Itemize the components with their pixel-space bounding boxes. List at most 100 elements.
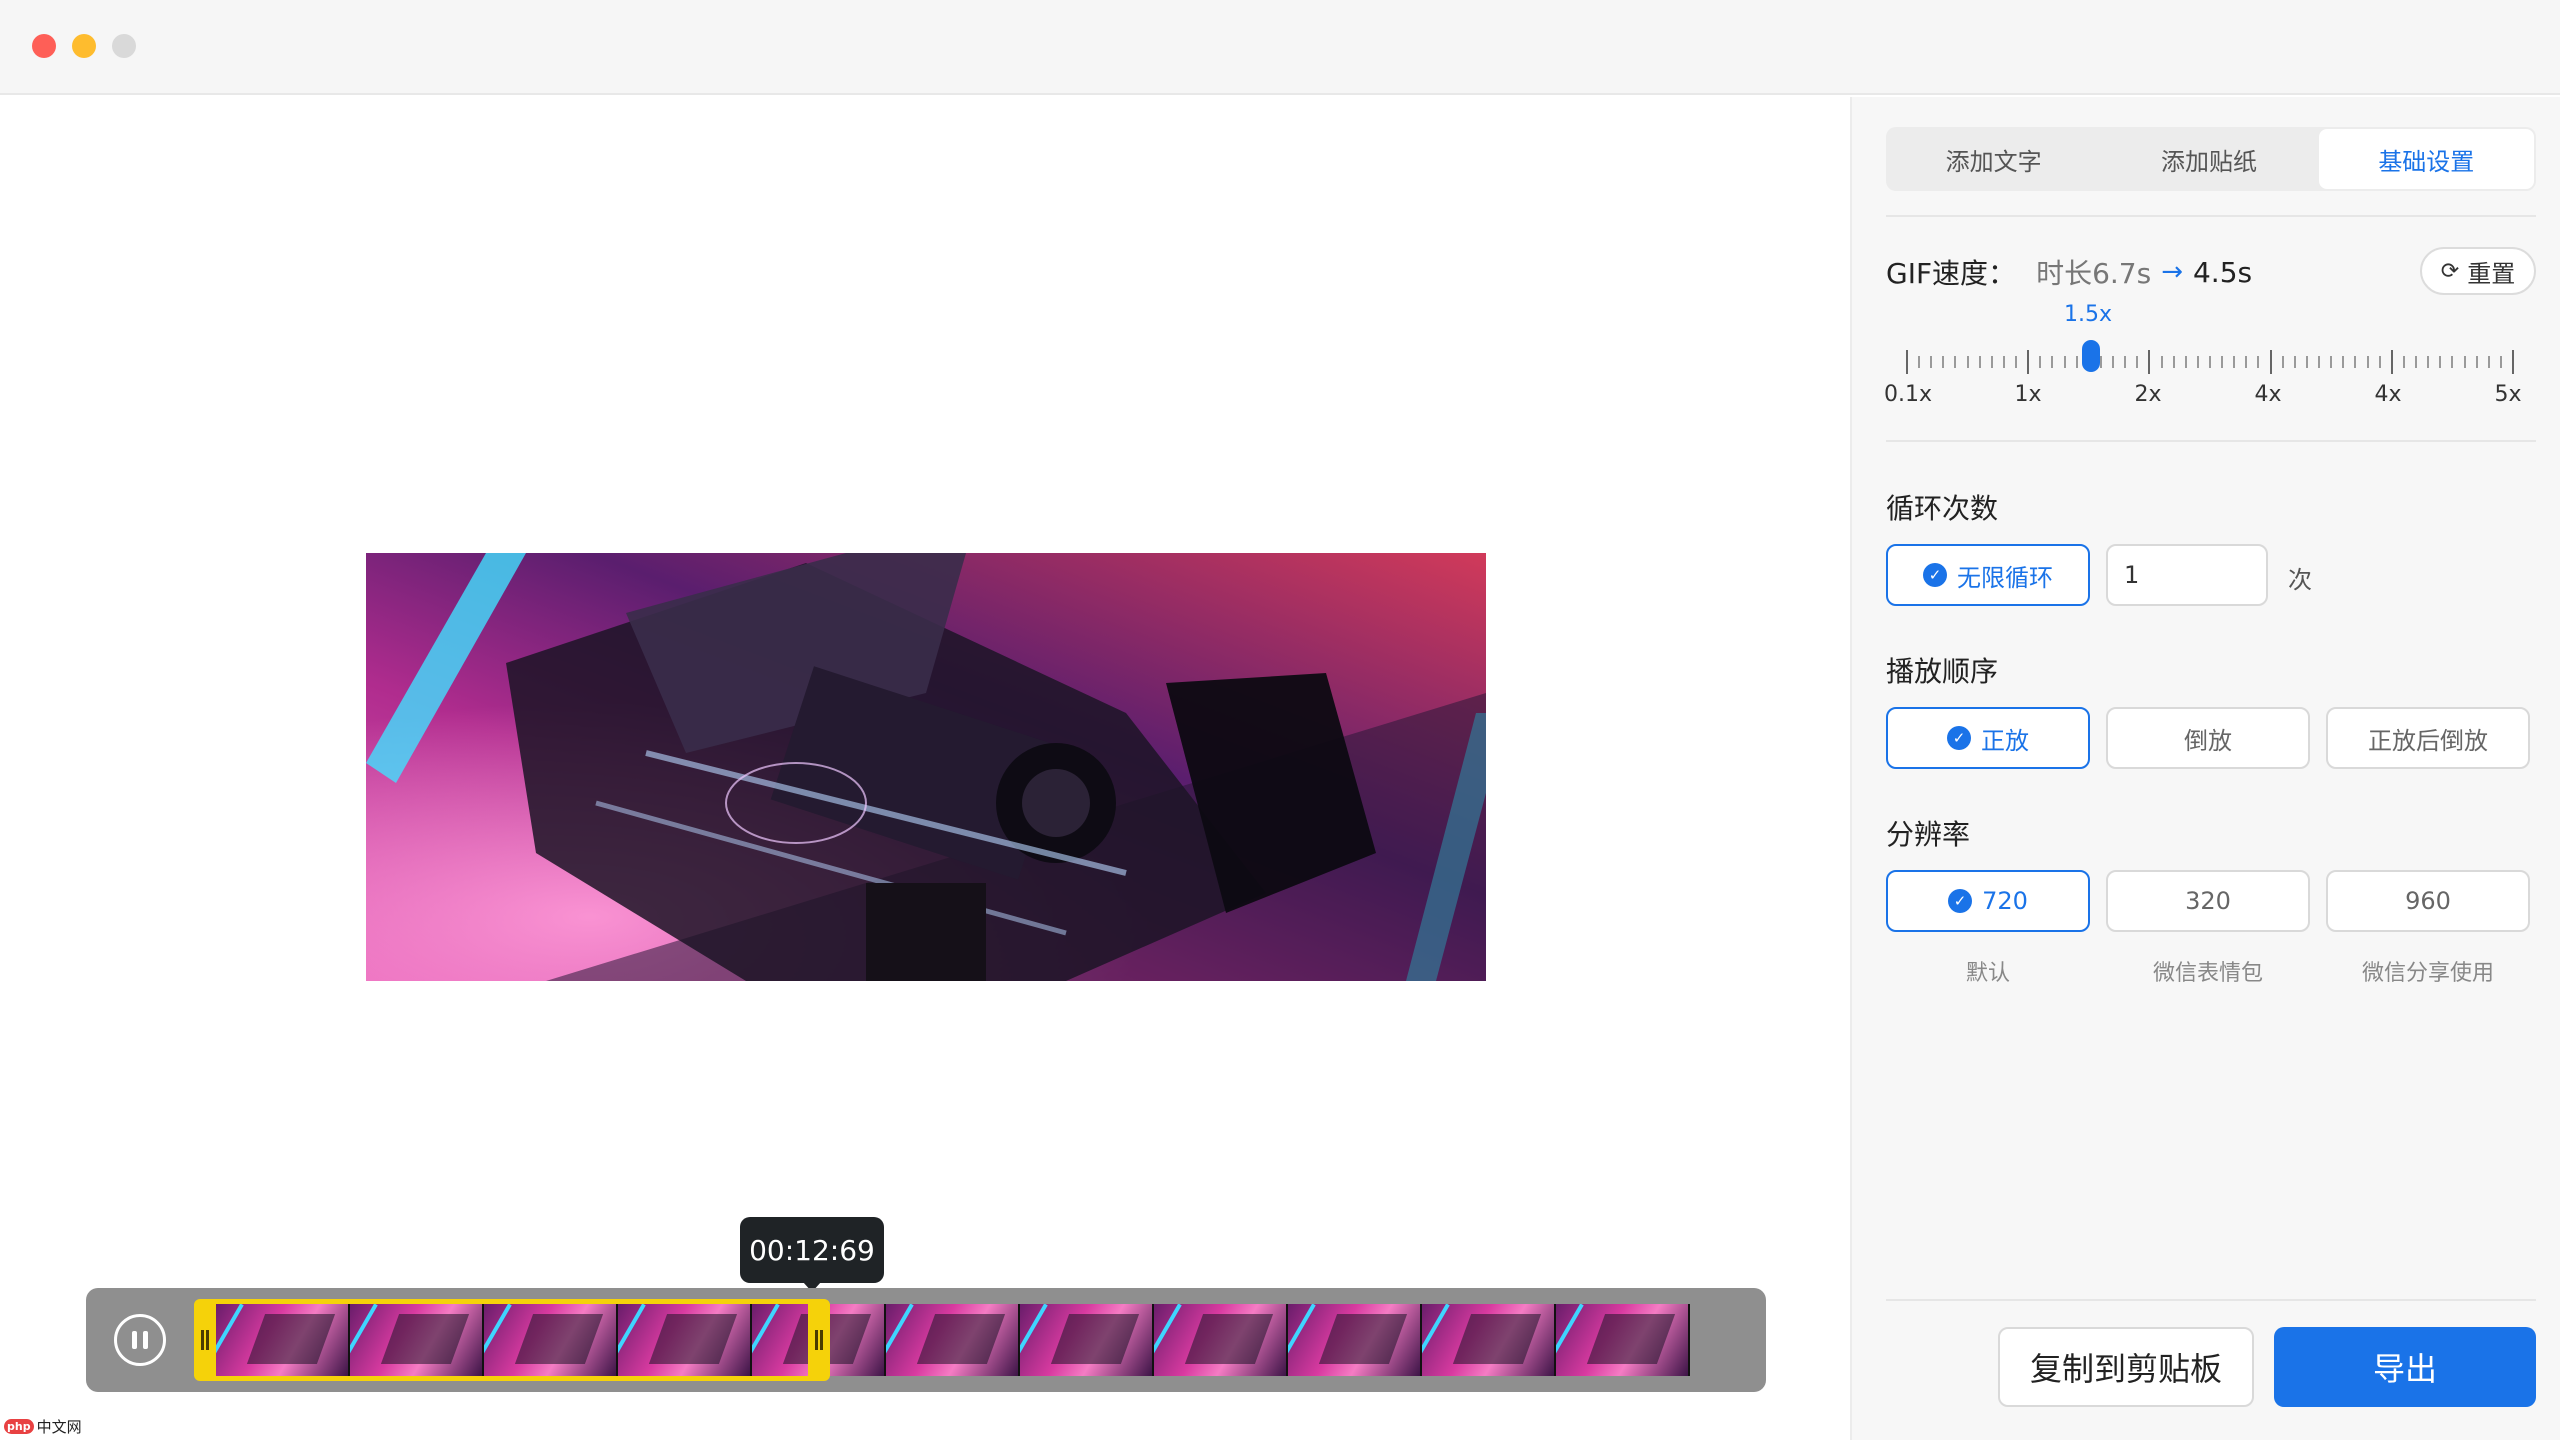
slider-tick <box>2184 356 2187 368</box>
timeline-frame-thumbnail[interactable] <box>1020 1304 1154 1376</box>
resolution-option-960[interactable]: 960 <box>2326 870 2530 932</box>
slider-tick <box>2318 356 2321 368</box>
slider-tick <box>2051 356 2054 368</box>
resolution-option-320[interactable]: 320 <box>2106 870 2310 932</box>
watermark-logo: php 中文网 <box>4 1416 82 1436</box>
slider-tick <box>2415 356 2418 368</box>
loop-title: 循环次数 <box>1886 492 1999 525</box>
slider-tick <box>2390 350 2393 374</box>
settings-panel: 添加文字 添加贴纸 基础设置 GIF速度： 时长6.7s → 4.5s ⟳ 重置… <box>1850 97 2560 1440</box>
slider-tick <box>1954 356 1957 368</box>
pause-icon[interactable] <box>114 1314 166 1366</box>
slider-tick <box>2257 356 2260 368</box>
slider-tick <box>2330 356 2333 368</box>
slider-tick <box>2075 356 2078 368</box>
timeline-frame-thumbnail[interactable] <box>1422 1304 1556 1376</box>
export-button[interactable]: 导出 <box>2274 1327 2536 1407</box>
slider-ticks <box>1906 344 2514 374</box>
slider-tick <box>2136 356 2139 368</box>
slider-tick <box>2002 356 2005 368</box>
watermark-text: 中文网 <box>36 1417 82 1436</box>
slider-tick <box>2063 356 2066 368</box>
timeline-frame-thumbnail[interactable] <box>886 1304 1020 1376</box>
slider-tick <box>2293 356 2296 368</box>
slider-tick <box>2027 350 2030 374</box>
slider-tick <box>1918 356 1921 368</box>
copy-to-clipboard-button[interactable]: 复制到剪贴板 <box>1998 1327 2254 1407</box>
slider-tick <box>2499 356 2502 368</box>
minimize-window-button[interactable] <box>72 34 96 58</box>
speed-slider[interactable]: 1.5x 0.1x 1x 2x 4x 4x 5x <box>1883 302 2536 422</box>
original-duration: 时长6.7s <box>2036 257 2152 290</box>
maximize-window-button[interactable] <box>112 34 136 58</box>
order-option-forward-then-reverse[interactable]: 正放后倒放 <box>2326 707 2530 769</box>
trim-selection[interactable] <box>194 1299 830 1381</box>
tab-basic-settings[interactable]: 基础设置 <box>2318 129 2534 189</box>
slider-tick <box>2112 356 2115 368</box>
speed-value-label: 1.5x <box>2063 302 2112 327</box>
timeline-frame-thumbnail[interactable] <box>1288 1304 1422 1376</box>
check-icon: ✓ <box>1947 726 1971 750</box>
order-option-reverse[interactable]: 倒放 <box>2106 707 2310 769</box>
slider-scale-labels: 0.1x 1x 2x 4x 4x 5x <box>1883 382 2536 412</box>
scale-label: 4x <box>2374 382 2402 407</box>
divider <box>1886 215 2536 217</box>
slider-tick <box>2463 356 2466 368</box>
slider-tick <box>2015 356 2018 368</box>
slider-tick <box>1906 350 1908 374</box>
slider-tick <box>2342 356 2345 368</box>
slider-tick <box>1990 356 1993 368</box>
resolution-option-label: 720 <box>1982 887 2028 915</box>
slider-tick <box>2221 356 2224 368</box>
infinite-loop-option[interactable]: ✓ 无限循环 <box>1886 544 2090 606</box>
infinite-loop-label: 无限循环 <box>1957 563 2053 592</box>
scale-label: 2x <box>2134 382 2162 407</box>
slider-tick <box>2512 350 2514 374</box>
scale-label: 1x <box>2014 382 2042 407</box>
reset-button[interactable]: ⟳ 重置 <box>2420 247 2536 295</box>
trim-handle-right[interactable] <box>808 1304 830 1376</box>
slider-tick <box>2269 350 2272 374</box>
playhead-time-tooltip: 00:12:69 <box>740 1217 884 1283</box>
trim-handle-left[interactable] <box>194 1304 216 1376</box>
slider-tick <box>2402 356 2405 368</box>
panel-tabs: 添加文字 添加贴纸 基础设置 <box>1886 127 2536 191</box>
scale-label: 4x <box>2254 382 2282 407</box>
slider-tick <box>2378 356 2381 368</box>
tab-add-sticker[interactable]: 添加贴纸 <box>2101 127 2316 191</box>
loop-count-input[interactable]: 1 <box>2106 544 2268 606</box>
speed-slider-thumb[interactable] <box>2082 340 2100 372</box>
loop-unit-label: 次 <box>2288 566 2312 594</box>
timeline-bar[interactable] <box>86 1288 1766 1392</box>
canvas-area: 00:12:69 <box>0 97 1850 1440</box>
slider-tick <box>2124 356 2127 368</box>
php-badge: php <box>4 1418 34 1434</box>
slider-tick <box>1930 356 1933 368</box>
gif-preview-image <box>366 553 1486 981</box>
slider-tick <box>2245 356 2248 368</box>
check-icon: ✓ <box>1948 889 1973 913</box>
resolution-caption: 微信表情包 <box>2152 961 2263 986</box>
resolution-caption: 微信分享使用 <box>2361 961 2494 986</box>
resolution-caption: 默认 <box>1965 961 2010 986</box>
app-window: 00:12:69 添加文字 添加贴纸 基础设置 GIF速度： 时长6.7s → … <box>0 0 2560 1440</box>
check-icon: ✓ <box>1923 563 1947 587</box>
order-option-forward[interactable]: ✓ 正放 <box>1886 707 2090 769</box>
scale-label: 5x <box>2494 382 2522 407</box>
refresh-icon: ⟳ <box>2440 258 2460 284</box>
slider-tick <box>1942 356 1945 368</box>
resolution-option-720[interactable]: ✓ 720 <box>1886 870 2090 932</box>
slider-tick <box>2148 350 2151 374</box>
slider-tick <box>1966 356 1969 368</box>
slider-tick <box>2475 356 2478 368</box>
scale-label: 0.1x <box>1883 382 1933 407</box>
timeline-frame-thumbnail[interactable] <box>1154 1304 1288 1376</box>
slider-tick <box>2099 356 2102 368</box>
timeline-frame-thumbnail[interactable] <box>1556 1304 1690 1376</box>
tab-add-text[interactable]: 添加文字 <box>1886 127 2101 191</box>
slider-tick <box>2487 356 2490 368</box>
close-window-button[interactable] <box>32 34 56 58</box>
slider-tick <box>2305 356 2308 368</box>
speed-row: GIF速度： 时长6.7s → 4.5s ⟳ 重置 <box>1886 247 2536 297</box>
slider-tick <box>2439 356 2442 368</box>
